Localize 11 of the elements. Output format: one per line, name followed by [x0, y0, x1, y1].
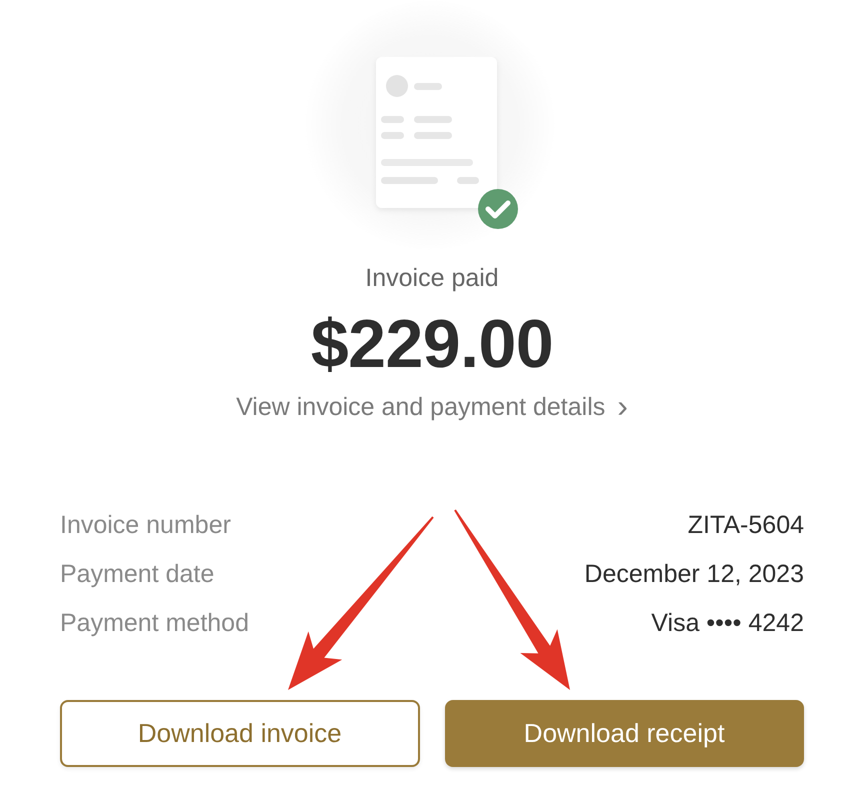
detail-value: December 12, 2023 — [584, 559, 804, 590]
detail-label: Invoice number — [60, 510, 231, 541]
details-link[interactable]: View invoice and payment details › — [236, 393, 628, 422]
detail-label: Payment date — [60, 559, 214, 590]
primary-download-button[interactable]: Download receipt — [444, 700, 804, 767]
download-button[interactable]: Download invoice — [60, 700, 420, 767]
detail-value: Visa •••• 4242 — [651, 608, 804, 639]
detail-label: Payment method — [60, 608, 249, 639]
detail-value: ZITA-5604 — [688, 510, 804, 541]
amount: $229.00 — [310, 305, 554, 383]
status-label: Invoice paid — [365, 264, 499, 293]
